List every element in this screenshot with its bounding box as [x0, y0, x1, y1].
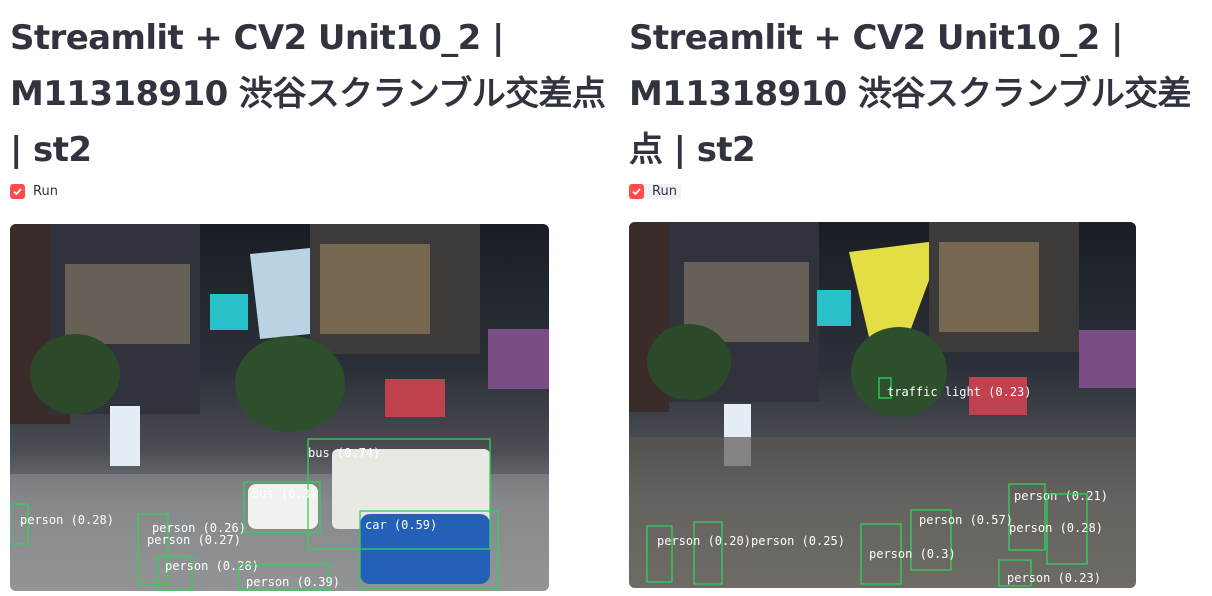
run-checkbox[interactable]: Run [629, 184, 681, 199]
detection-label: person (0.23) [1007, 571, 1101, 585]
detection-label: person (0.25) [751, 534, 845, 548]
detection-label: person (0.20) [657, 534, 751, 548]
checkbox-checked-icon[interactable] [629, 184, 644, 199]
tree-left [647, 324, 731, 400]
app-panel-left: Streamlit + CV2 Unit10_2 | M11318910 渋谷ス… [10, 0, 610, 591]
tree [235, 336, 345, 432]
detection-label: person (0.28) [20, 513, 114, 527]
anime-billboard [1079, 330, 1136, 388]
screen-billboard [210, 294, 248, 330]
detection-label: person (0.21) [1014, 489, 1108, 503]
video-frame-image: traffic light (0.23) person (0.21) perso… [629, 222, 1136, 588]
run-label: Run [652, 184, 677, 199]
video-frame: traffic light (0.23) person (0.21) perso… [629, 222, 1136, 588]
tree [851, 327, 947, 417]
detection-label: traffic light (0.23) [887, 385, 1032, 399]
detection-label: person (0.39) [246, 575, 340, 589]
app-panel-right: Streamlit + CV2 Unit10_2 | M11318910 渋谷ス… [629, 0, 1209, 588]
screen-billboard [817, 290, 851, 326]
detection-label: bus (0.74) [308, 446, 380, 460]
video-frame: bus (0.74) bus (0.3) car (0.59) person (… [10, 224, 549, 591]
video-frame-image: bus (0.74) bus (0.3) car (0.59) person (… [10, 224, 549, 591]
detection-label: bus (0.3) [252, 487, 317, 501]
red-billboard [385, 379, 445, 417]
detection-label: person (0.57) [919, 513, 1013, 527]
tree-left [30, 334, 120, 414]
run-checkbox[interactable]: Run [10, 184, 58, 199]
detection-label: person (0.28) [1009, 521, 1103, 535]
tws-sign [110, 406, 140, 466]
page-title: Streamlit + CV2 Unit10_2 | M11318910 渋谷ス… [629, 18, 1192, 170]
detection-label: person (0.3) [869, 547, 956, 561]
checkbox-checked-icon[interactable] [10, 184, 25, 199]
building-windows [65, 264, 190, 344]
anime-billboard [488, 329, 549, 389]
run-label: Run [33, 184, 58, 199]
building-right-windows [939, 242, 1039, 332]
detection-label: person (0.28) [165, 559, 259, 573]
detection-label: person (0.27) [147, 533, 241, 547]
page-title: Streamlit + CV2 Unit10_2 | M11318910 渋谷ス… [10, 18, 606, 170]
detection-label: car (0.59) [365, 518, 437, 532]
building-right-windows [320, 244, 430, 334]
crowd [629, 437, 1136, 588]
